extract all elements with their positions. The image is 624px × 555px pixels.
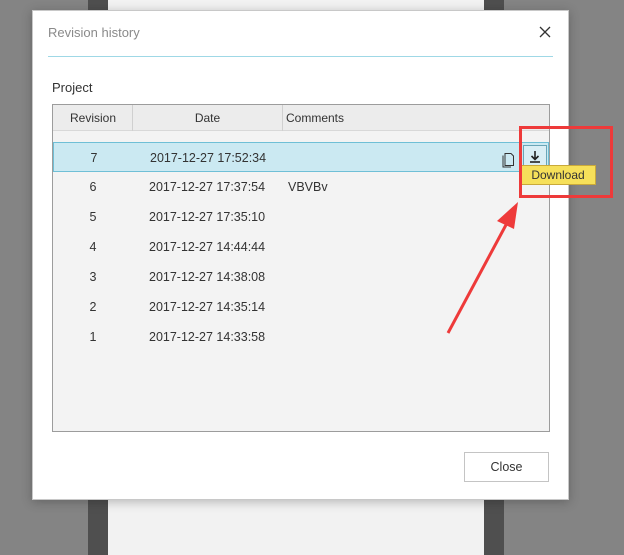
annotation-arrow	[446, 202, 518, 334]
